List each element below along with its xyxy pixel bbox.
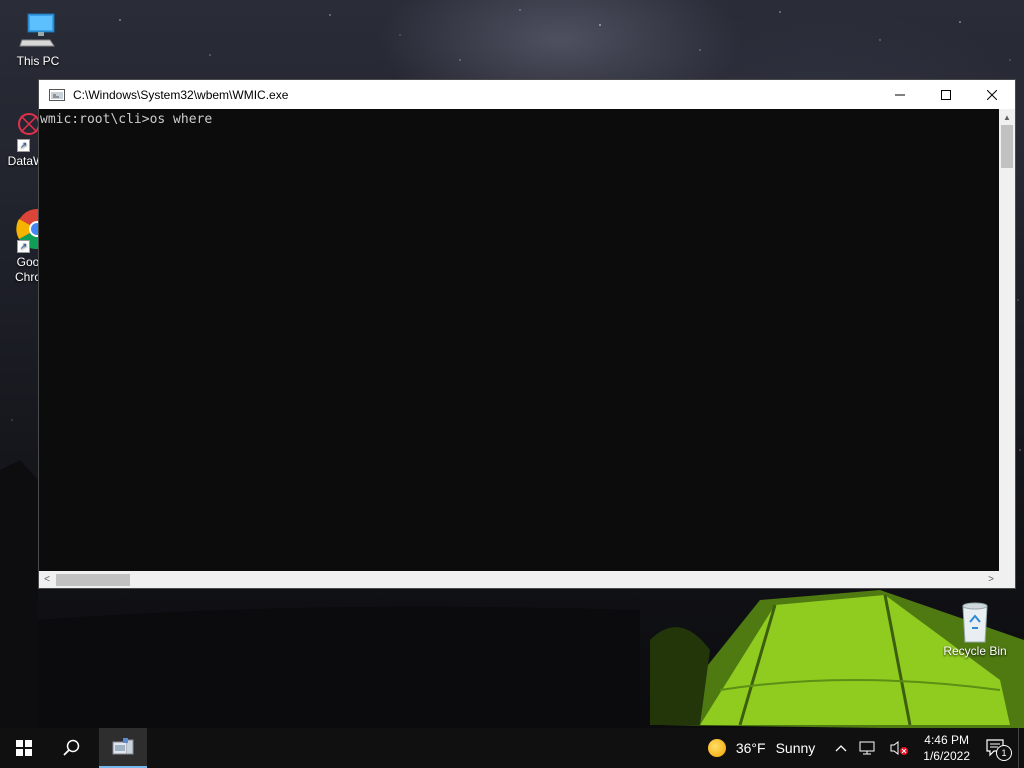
scrollbar-corner	[999, 571, 1015, 588]
wmic-window[interactable]: C:\Windows\System32\wbem\WMIC.exe wmic:r…	[38, 79, 1016, 589]
weather-text: Sunny	[775, 740, 816, 756]
weather-widget[interactable]: 36°F Sunny	[707, 739, 816, 757]
clock-date: 1/6/2022	[923, 749, 970, 763]
recycle-bin-icon	[955, 600, 995, 643]
volume-muted-icon	[890, 741, 909, 755]
system-tray: 36°F Sunny 4:46 PM 1/6/2022 1	[707, 728, 1024, 768]
scroll-right-icon[interactable]: >	[983, 571, 999, 588]
taskbar: 36°F Sunny 4:46 PM 1/6/2022 1	[0, 728, 1024, 768]
weather-temp: 36°F	[735, 740, 766, 756]
clock[interactable]: 4:46 PM 1/6/2022	[923, 732, 970, 764]
console-line: wmic:root\cli>os where	[40, 112, 213, 127]
datawizard-icon: ↗	[1, 110, 41, 152]
window-titlebar[interactable]: C:\Windows\System32\wbem\WMIC.exe	[39, 80, 1015, 109]
desktop-icon-this-pc[interactable]: This PC	[3, 10, 73, 68]
scroll-up-icon[interactable]: ▲	[999, 109, 1015, 125]
wmic-app-icon	[49, 88, 65, 102]
start-button[interactable]	[0, 728, 48, 768]
network-button[interactable]	[859, 740, 877, 756]
computer-icon	[18, 10, 58, 50]
shortcut-arrow-icon: ↗	[17, 240, 30, 253]
minimize-icon	[895, 94, 905, 95]
close-button[interactable]	[969, 80, 1015, 109]
desktop-icon-label: Recycle Bin	[943, 644, 1007, 658]
search-icon	[63, 739, 80, 756]
vertical-scroll-thumb[interactable]	[1001, 125, 1013, 168]
clock-time: 4:46 PM	[924, 733, 969, 747]
desktop-icon-recycle-bin[interactable]: Recycle Bin	[940, 600, 1010, 658]
maximize-icon	[941, 89, 951, 100]
vertical-scrollbar[interactable]: ▲	[999, 109, 1015, 571]
notification-count-badge: 1	[996, 745, 1012, 761]
horizontal-scrollbar[interactable]: < >	[39, 571, 999, 588]
wmic-taskbar-icon	[112, 738, 134, 755]
console-output[interactable]: wmic:root\cli>os where	[39, 109, 999, 571]
show-desktop-button[interactable]	[1018, 728, 1024, 768]
windows-logo-icon	[16, 740, 32, 756]
window-title: C:\Windows\System32\wbem\WMIC.exe	[73, 87, 289, 102]
close-icon	[987, 89, 997, 100]
maximize-button[interactable]	[923, 80, 969, 109]
desktop-icon-label: This PC	[16, 54, 60, 68]
notifications-button[interactable]: 1	[986, 739, 1012, 761]
show-hidden-icons-button[interactable]	[835, 744, 847, 752]
search-button[interactable]	[48, 728, 96, 768]
scroll-left-icon[interactable]: <	[39, 571, 55, 588]
minimize-button[interactable]	[877, 80, 923, 109]
chrome-icon: ↗	[1, 207, 57, 253]
taskbar-wmic-app[interactable]	[99, 728, 147, 768]
volume-button[interactable]	[889, 740, 909, 756]
shortcut-arrow-icon: ↗	[17, 139, 30, 152]
sun-icon	[707, 739, 726, 757]
horizontal-scroll-thumb[interactable]	[56, 574, 130, 586]
network-icon	[859, 741, 875, 755]
chevron-up-icon	[835, 745, 847, 752]
